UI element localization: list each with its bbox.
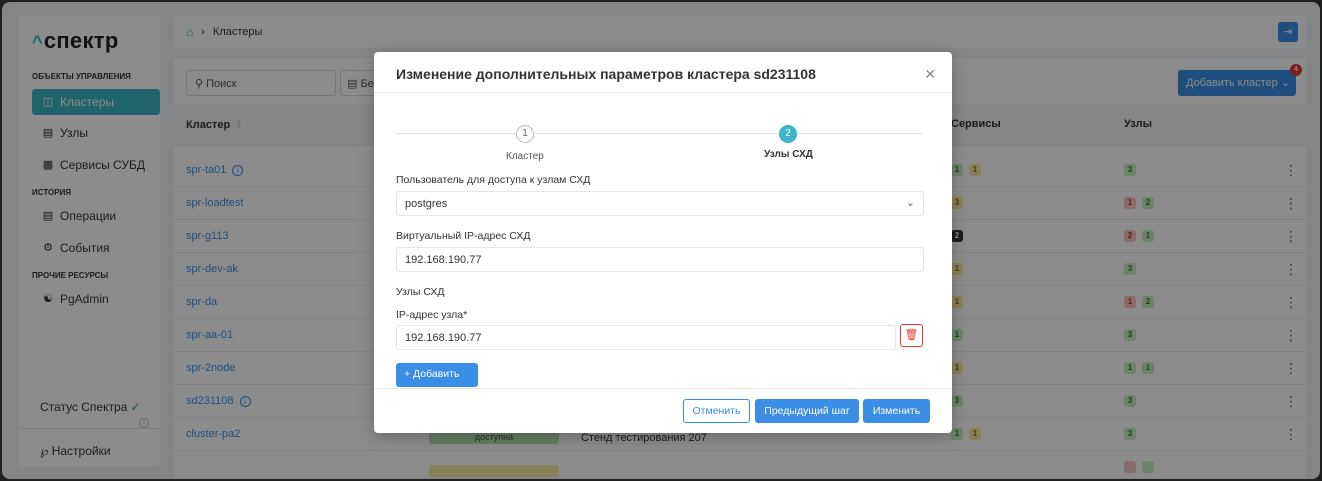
chevron-down-icon: ⌄ (905, 197, 915, 209)
submit-button[interactable]: Изменить (863, 399, 930, 423)
delete-node-button[interactable]: 🗑 (900, 324, 923, 347)
trash-icon: 🗑 (904, 329, 919, 341)
node-ip-input[interactable]: 192.168.190.77 (396, 325, 896, 350)
close-icon[interactable]: ✕ (924, 66, 936, 83)
edit-cluster-modal: Изменение дополнительных параметров клас… (374, 52, 952, 433)
vip-field-label: Виртуальный IP-адрес СХД (396, 230, 531, 242)
cancel-button[interactable]: Отменить (683, 399, 750, 423)
add-node-button[interactable]: + Добавить (396, 363, 478, 387)
step-2-label: Узлы СХД (764, 149, 813, 160)
modal-footer-divider (374, 388, 952, 389)
step-1-label: Кластер (506, 151, 544, 162)
step-1-indicator[interactable]: 1 (516, 125, 534, 143)
app-frame: ^спектр ОБЪЕКТЫ УПРАВЛЕНИЯ ◫ Кластеры ▤ … (2, 2, 1320, 479)
user-select[interactable]: postgres ⌄ (396, 191, 924, 216)
nodes-section-label: Узлы СХД (396, 286, 445, 298)
previous-step-button[interactable]: Предыдущий шаг (755, 399, 859, 423)
step-2-indicator[interactable]: 2 (779, 125, 797, 143)
modal-divider (374, 92, 952, 93)
modal-title: Изменение дополнительных параметров клас… (396, 66, 816, 82)
node-ip-label: IP-адрес узла* (396, 309, 468, 321)
vip-input[interactable]: 192.168.190.77 (396, 247, 924, 272)
steps-line (396, 133, 922, 134)
user-field-label: Пользователь для доступа к узлам СХД (396, 174, 591, 186)
